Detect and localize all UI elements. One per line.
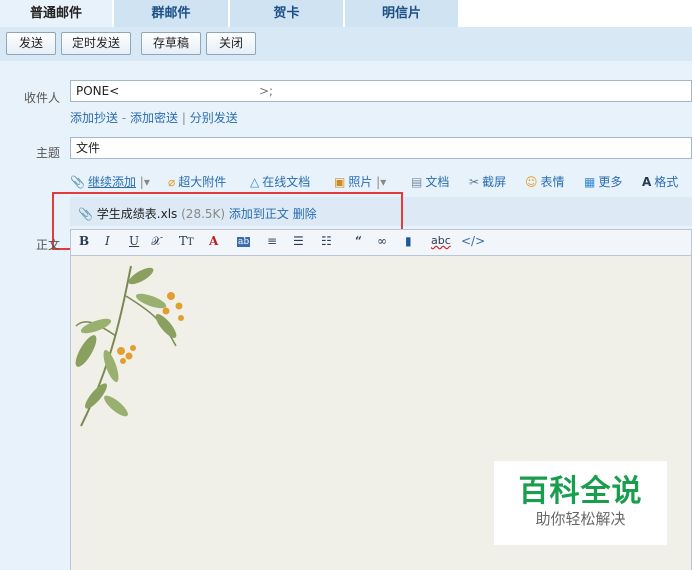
continue-add-button[interactable]: 📎 继续添加 |▾ bbox=[70, 173, 150, 190]
body-label: 正文 bbox=[35, 238, 60, 252]
smiley-icon: ☺ bbox=[525, 175, 538, 189]
save-draft-button[interactable]: 存草稿 bbox=[141, 32, 201, 55]
paperclip-icon: 📎 bbox=[70, 175, 85, 189]
bullet-list-icon[interactable]: ☰ bbox=[293, 234, 304, 248]
align-icon[interactable]: ≡ bbox=[267, 234, 277, 248]
font-color-icon[interactable]: A bbox=[209, 234, 218, 248]
online-doc-button[interactable]: △ 在线文档 bbox=[250, 173, 310, 190]
watermark-title: 百科全说 bbox=[518, 474, 643, 509]
action-toolbar: 发送 定时发送 存草稿 关闭 bbox=[0, 27, 692, 61]
link-separator: | bbox=[181, 111, 186, 125]
format-button[interactable]: A 格式 bbox=[642, 173, 678, 190]
bold-button[interactable]: B bbox=[79, 234, 89, 248]
separate-send-link[interactable]: 分别发送 bbox=[190, 111, 238, 125]
tab-greeting-card[interactable]: 贺卡 bbox=[230, 0, 343, 27]
cc-links: 添加抄送 - 添加密送 | 分别发送 bbox=[70, 109, 238, 126]
compose-tabs: 普通邮件 群邮件 贺卡 明信片 bbox=[0, 0, 692, 27]
tab-group-mail[interactable]: 群邮件 bbox=[114, 0, 228, 27]
source-code-button[interactable]: </> bbox=[461, 234, 485, 248]
close-button[interactable]: 关闭 bbox=[206, 32, 256, 55]
numbered-list-icon[interactable]: ☷ bbox=[321, 234, 332, 248]
to-recipient-name: PONE< bbox=[76, 84, 120, 98]
document-icon: ▤ bbox=[411, 175, 423, 189]
format-toolbar: B I U 𝒳 TT A ab ≡ ☰ ☷ “ ∞ ▮ abc </> bbox=[70, 229, 692, 255]
scissors-icon: ✂ bbox=[469, 175, 480, 189]
clear-format-icon[interactable]: 𝒳 bbox=[151, 234, 161, 249]
subject-value: 文件 bbox=[76, 141, 101, 155]
emoji-button[interactable]: ☺ 表情 bbox=[525, 173, 565, 190]
watermark-logo: 百科全说 助你轻松解决 bbox=[494, 461, 667, 545]
add-cc-link[interactable]: 添加抄送 bbox=[70, 111, 118, 125]
document-button[interactable]: ▤ 文档 bbox=[411, 173, 449, 190]
link-icon[interactable]: ∞ bbox=[377, 234, 387, 248]
italic-button[interactable]: I bbox=[105, 234, 110, 248]
screenshot-button[interactable]: ✂ 截屏 bbox=[469, 173, 506, 190]
send-button[interactable]: 发送 bbox=[6, 32, 56, 55]
watermark-subtitle: 助你轻松解决 bbox=[535, 510, 626, 528]
to-label: 收件人 bbox=[23, 91, 60, 105]
more-button[interactable]: ▦ 更多 bbox=[584, 173, 622, 190]
subject-label: 主题 bbox=[35, 146, 60, 160]
font-size-icon[interactable]: TT bbox=[179, 234, 194, 248]
brush-icon[interactable]: ▮ bbox=[405, 234, 412, 248]
tab-normal-mail[interactable]: 普通邮件 bbox=[0, 0, 112, 27]
photo-button[interactable]: ▣ 照片 |▾ bbox=[334, 173, 386, 190]
highlight-color-icon[interactable]: ab bbox=[237, 237, 251, 247]
large-attachment-button[interactable]: ⌀ 超大附件 bbox=[168, 173, 226, 190]
subject-field[interactable]: 文件 bbox=[70, 137, 692, 159]
text-format-icon: A bbox=[642, 175, 652, 189]
to-field[interactable]: PONE< >; bbox=[70, 80, 692, 102]
link-separator: - bbox=[121, 111, 127, 125]
quote-icon[interactable]: “ bbox=[355, 234, 362, 248]
add-bcc-link[interactable]: 添加密送 bbox=[130, 111, 178, 125]
to-recipient-suffix: >; bbox=[259, 84, 274, 98]
floral-decoration bbox=[75, 265, 184, 427]
cloud-doc-icon: △ bbox=[250, 175, 260, 189]
grid-icon: ▦ bbox=[584, 175, 596, 189]
tab-postcard[interactable]: 明信片 bbox=[345, 0, 458, 27]
spellcheck-button[interactable]: abc bbox=[431, 234, 451, 247]
underline-button[interactable]: U bbox=[129, 234, 139, 248]
scheduled-send-button[interactable]: 定时发送 bbox=[61, 32, 131, 55]
photo-icon: ▣ bbox=[334, 175, 346, 189]
paperclip-icon: ⌀ bbox=[168, 175, 176, 189]
